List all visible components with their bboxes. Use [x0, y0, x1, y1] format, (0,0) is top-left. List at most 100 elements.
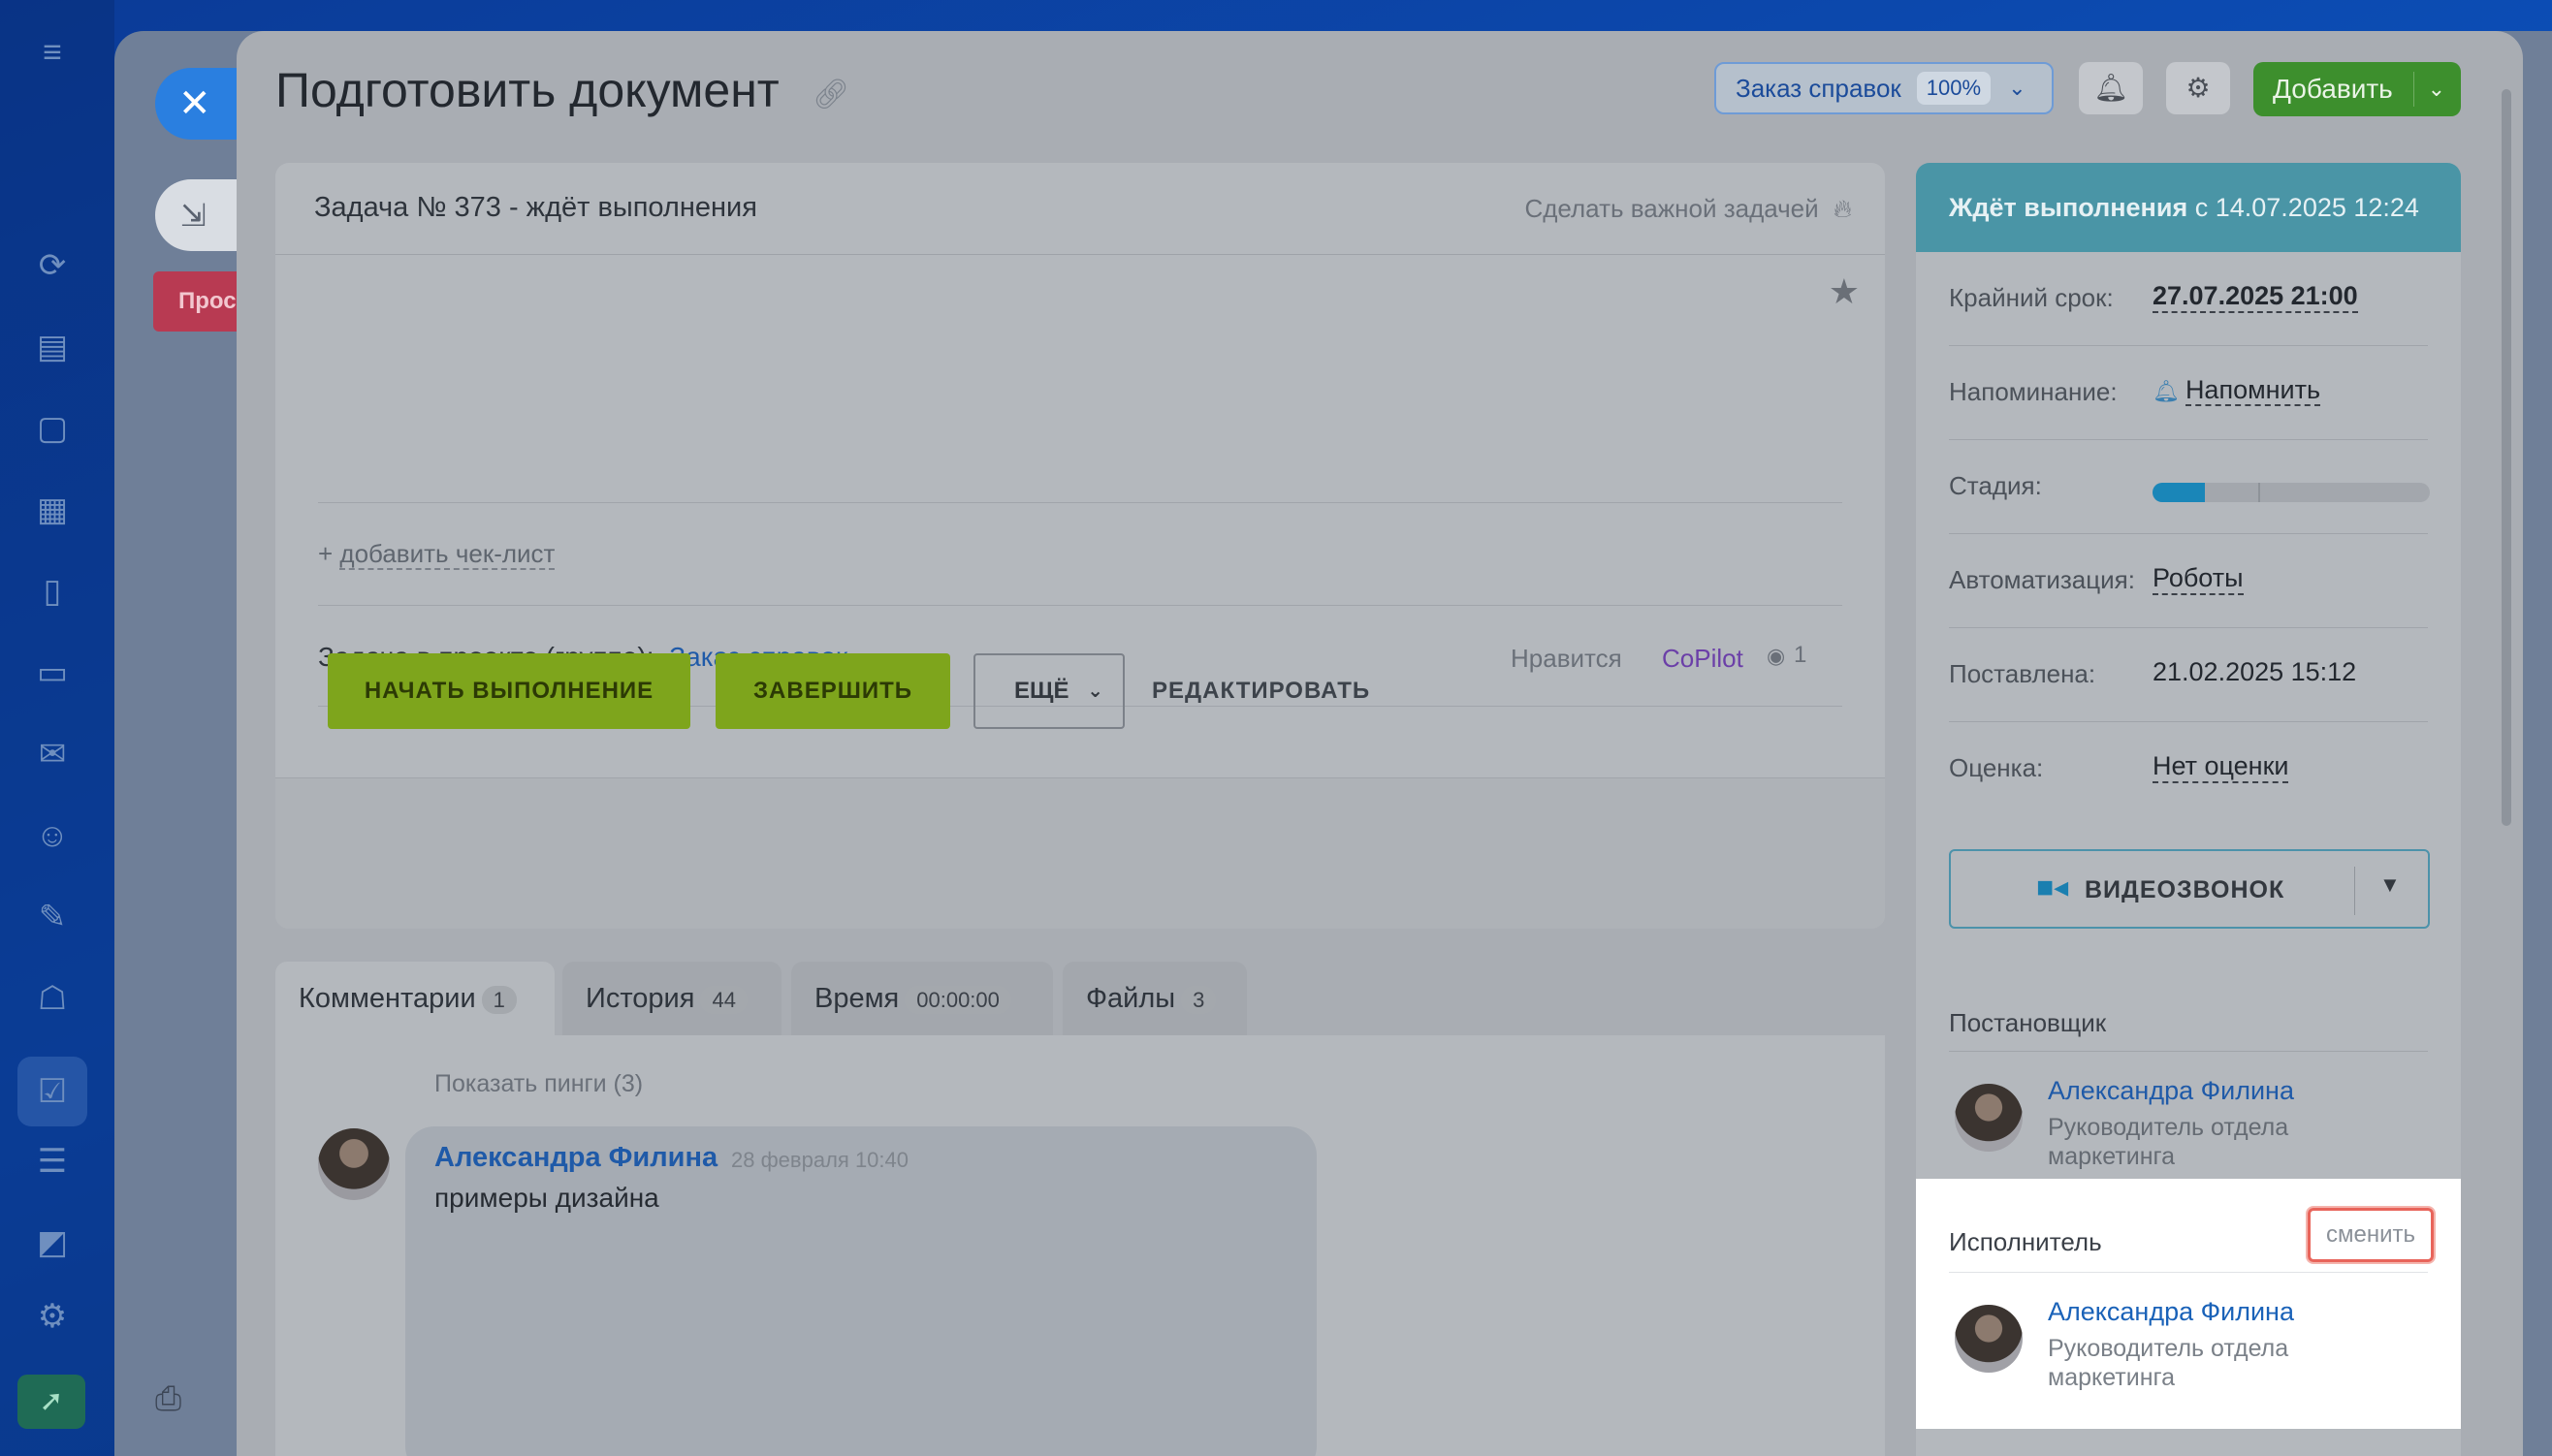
- deadline-row: Крайний срок: 27.07.2025 21:00: [1949, 252, 2428, 346]
- notifications-button[interactable]: 🔔︎: [2079, 62, 2143, 114]
- tab-count: 44: [700, 986, 748, 1014]
- rocket-icon[interactable]: ➚: [17, 1375, 85, 1429]
- add-checklist-link[interactable]: + добавить чек-лист: [318, 539, 556, 570]
- copy-link-icon[interactable]: 🔗︎: [813, 78, 849, 111]
- calendar-icon[interactable]: ▦: [29, 487, 76, 533]
- tab-count: 3: [1181, 986, 1217, 1014]
- drive-icon[interactable]: ▭: [29, 649, 76, 696]
- sidebar-bottom: [1916, 1429, 2461, 1456]
- creator-name-link[interactable]: Александра Филина: [2048, 1076, 2294, 1106]
- avatar[interactable]: [318, 1128, 390, 1200]
- reminder-value: Напомнить: [2185, 375, 2321, 406]
- reminder-row: Напоминание: 🔔︎ Напомнить: [1949, 346, 2428, 440]
- tab-label: История: [586, 983, 695, 1014]
- bot-icon[interactable]: ☖: [29, 975, 76, 1022]
- project-dropdown[interactable]: Заказ справок 100% ⌄: [1714, 62, 2054, 114]
- created-row: Поставлена: 21.02.2025 15:12: [1949, 628, 2428, 722]
- tab-label: Файлы: [1086, 983, 1176, 1014]
- tab-files[interactable]: Файлы 3: [1063, 962, 1247, 1035]
- scrollbar[interactable]: [2502, 89, 2511, 826]
- bell-icon: 🔔︎: [2153, 379, 2180, 403]
- settings-button[interactable]: ⚙: [2166, 62, 2230, 114]
- video-call-button[interactable]: ■◂ ВИДЕОЗВОНОК ▼: [1949, 849, 2430, 929]
- assignee-section: Исполнитель сменить Александра Филина Ру…: [1916, 1179, 2461, 1429]
- created-value: 21.02.2025 15:12: [2153, 657, 2357, 686]
- created-label: Поставлена:: [1949, 659, 2096, 688]
- chevron-down-icon: ⌄: [1087, 681, 1103, 702]
- divider: [318, 502, 1842, 503]
- avatar[interactable]: [1955, 1305, 2023, 1373]
- video-call-label: ВИДЕОЗВОНОК: [2085, 876, 2285, 903]
- add-button[interactable]: Добавить ⌄: [2253, 62, 2461, 116]
- rating-row: Оценка: Нет оценки: [1949, 722, 2428, 816]
- funnel-icon[interactable]: ☰: [29, 1138, 76, 1185]
- creator-role: Руководитель отдела маркетинга: [2048, 1114, 2289, 1170]
- tasks-icon[interactable]: ☑: [17, 1057, 87, 1126]
- bell-icon: 🔔︎: [2093, 73, 2128, 103]
- add-button-divider: [2413, 72, 2414, 107]
- stage-label: Стадия:: [1949, 471, 2042, 500]
- like-author-link[interactable]: CoPilot: [1662, 644, 1743, 674]
- divider: [1949, 1272, 2428, 1273]
- creator-title: Постановщик: [1949, 1008, 2107, 1037]
- tab-comments[interactable]: Комментарии 1: [275, 962, 555, 1035]
- more-button-label: ЕЩЁ: [1014, 678, 1069, 704]
- finish-task-button[interactable]: ЗАВЕРШИТЬ: [716, 653, 950, 729]
- divider: [1949, 1051, 2428, 1052]
- divider: [318, 605, 1842, 606]
- tab-time[interactable]: Время 00:00:00: [791, 962, 1053, 1035]
- stage-progress-bar[interactable]: [2153, 483, 2430, 502]
- tab-history[interactable]: История 44: [562, 962, 782, 1035]
- task-sidebar: Крайний срок: 27.07.2025 21:00 Напоминан…: [1916, 252, 2461, 1179]
- video-call-divider: [2354, 867, 2355, 915]
- feed-icon[interactable]: ⟳: [29, 242, 76, 289]
- eye-icon: ◉: [1767, 644, 1786, 668]
- more-button[interactable]: ЕЩЁ ⌄: [973, 653, 1125, 729]
- sign-icon[interactable]: ✎: [29, 894, 76, 940]
- rating-label: Оценка:: [1949, 753, 2044, 782]
- make-important-button[interactable]: Сделать важной задачей 🔥︎: [1524, 194, 1852, 225]
- project-progress-badge: 100%: [1916, 72, 1992, 105]
- chevron-down-icon[interactable]: ⌄: [2428, 62, 2445, 116]
- reminder-label: Напоминание:: [1949, 377, 2118, 406]
- edit-button[interactable]: РЕДАКТИРОВАТЬ: [1152, 653, 1370, 729]
- automation-link[interactable]: Роботы: [2153, 563, 2244, 595]
- change-assignee-button[interactable]: сменить: [2308, 1208, 2434, 1262]
- left-navigation-rail: ≡ ⟳ ▤ ▢ ▦ ▯ ▭ ✉ ☺ ✎ ☖ ☑ ☰ ◩ ⚙ ➚: [0, 0, 114, 1456]
- card-footer: [275, 777, 1885, 929]
- avatar[interactable]: [1955, 1084, 2023, 1152]
- contacts-icon[interactable]: ☺: [29, 812, 76, 859]
- mail-icon[interactable]: ✉: [29, 731, 76, 777]
- caret-down-icon[interactable]: ▼: [2379, 872, 2401, 898]
- start-task-button[interactable]: НАЧАТЬ ВЫПОЛНЕНИЕ: [328, 653, 690, 729]
- task-card: Задача № 373 - ждёт выполнения Сделать в…: [275, 163, 1885, 929]
- news-icon[interactable]: ▤: [29, 324, 76, 370]
- views-count: 1: [1794, 642, 1807, 668]
- divider: [275, 254, 1885, 255]
- project-dropdown-label: Заказ справок: [1736, 73, 1901, 103]
- show-pings-link[interactable]: Показать пинги (3): [434, 1070, 643, 1098]
- like-button[interactable]: Нравится: [1511, 644, 1622, 674]
- automation-label: Автоматизация:: [1949, 565, 2135, 594]
- stage-divider: [2257, 483, 2260, 502]
- document-icon[interactable]: ▯: [29, 568, 76, 615]
- star-icon[interactable]: ★: [1829, 271, 1860, 312]
- video-camera-icon: ■◂: [2036, 871, 2069, 903]
- stage-progress-fill: [2153, 483, 2206, 502]
- comment-author-link[interactable]: Александра Филина: [434, 1142, 718, 1174]
- status-banner: Ждёт выполнения с 14.07.2025 12:24: [1916, 163, 2461, 252]
- reminder-button[interactable]: 🔔︎ Напомнить: [2153, 375, 2321, 406]
- assignee-name-link[interactable]: Александра Филина: [2048, 1297, 2294, 1327]
- comments-panel: Показать пинги (3) Александра Филина 28 …: [275, 1035, 1885, 1456]
- print-icon[interactable]: ⎙: [155, 1380, 181, 1418]
- add-checklist-label: добавить чек-лист: [339, 539, 556, 570]
- assignee-role: Руководитель отдела маркетинга: [2048, 1335, 2289, 1391]
- tab-label: Время: [814, 983, 900, 1014]
- status-since: с 14.07.2025 12:24: [2194, 193, 2419, 222]
- settings-icon[interactable]: ⚙: [29, 1293, 76, 1340]
- menu-icon[interactable]: ≡: [29, 29, 76, 76]
- deadline-value[interactable]: 27.07.2025 21:00: [2153, 281, 2358, 313]
- shop-icon[interactable]: ◩: [29, 1219, 76, 1266]
- chat-icon[interactable]: ▢: [29, 405, 76, 452]
- rating-value[interactable]: Нет оценки: [2153, 751, 2289, 783]
